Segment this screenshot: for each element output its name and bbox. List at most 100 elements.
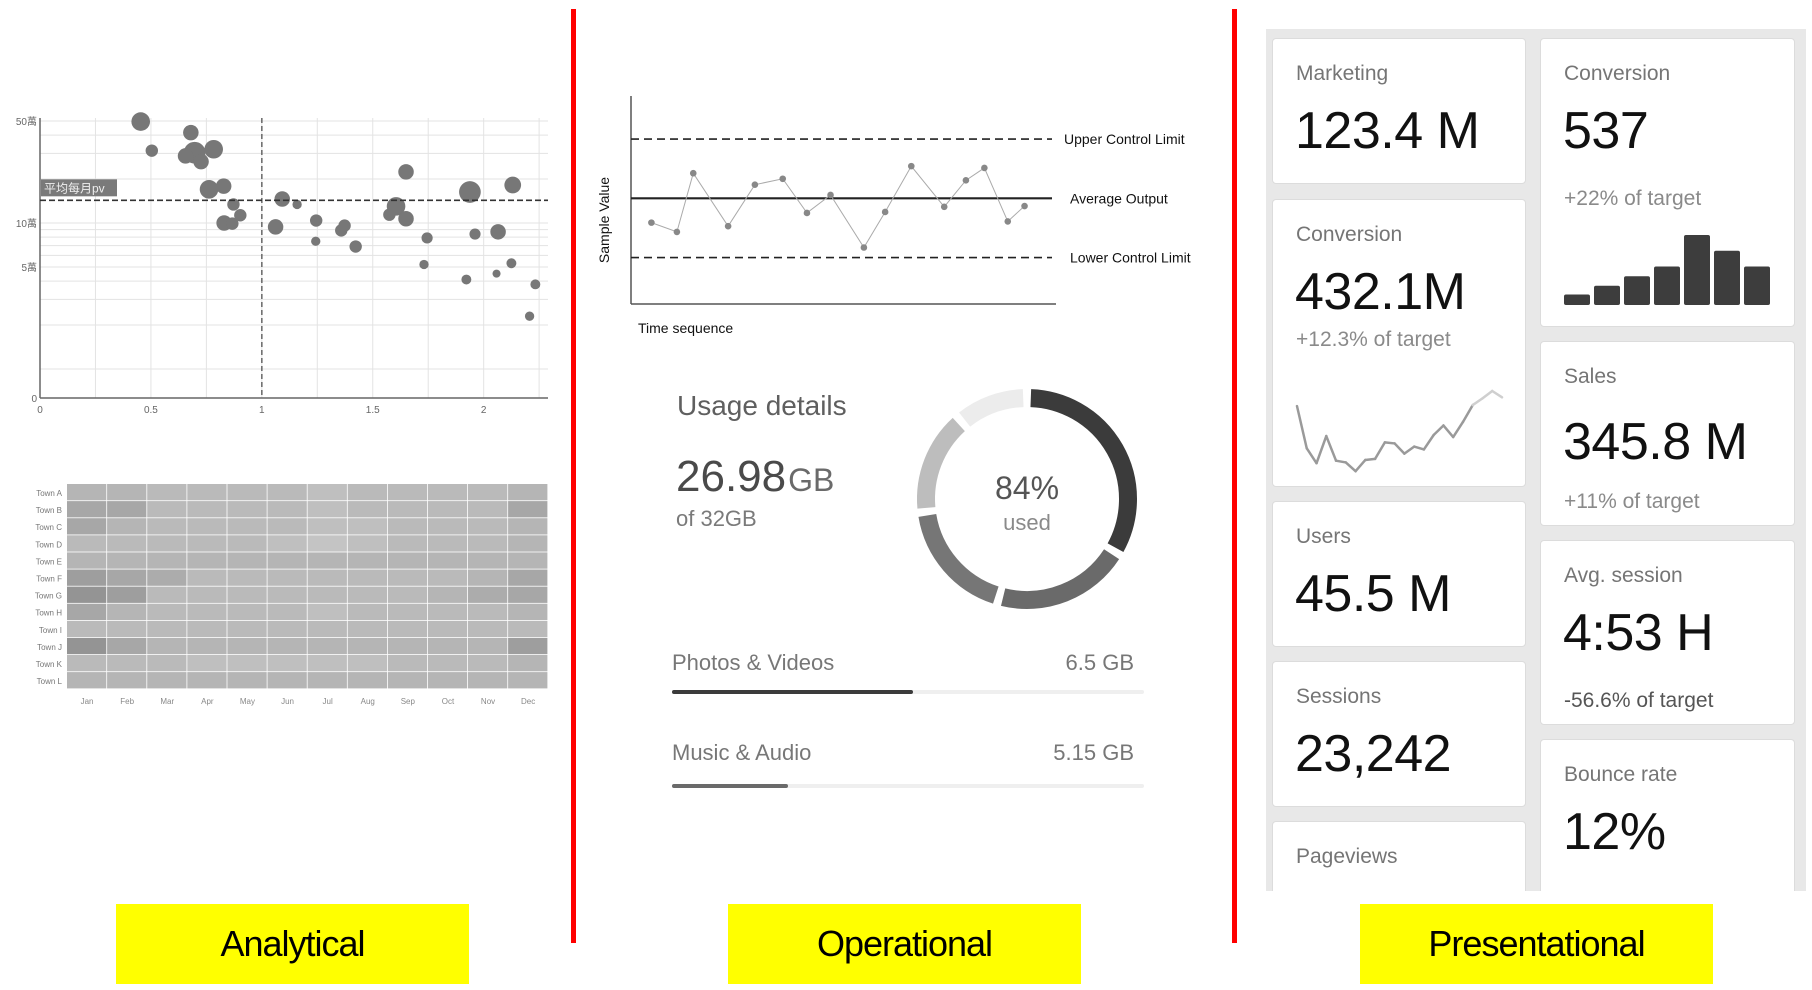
card-pageviews[interactable]: Pageviews bbox=[1272, 821, 1526, 891]
data-point bbox=[689, 169, 697, 177]
card-value: 12% bbox=[1563, 803, 1666, 861]
card-label: Sessions bbox=[1296, 685, 1382, 708]
donut-segment bbox=[1000, 549, 1120, 609]
heatmap-column-label: Aug bbox=[361, 697, 375, 706]
usage-progress-fill bbox=[672, 784, 788, 788]
heatmap-cell bbox=[147, 655, 187, 672]
mini-bar-chart bbox=[1564, 235, 1770, 305]
sparkline-chart bbox=[1295, 389, 1504, 473]
heatmap-row-label: Town H bbox=[35, 609, 62, 618]
heatmap-cell bbox=[187, 620, 227, 638]
heatmap-cell bbox=[187, 484, 227, 501]
heatmap-cell bbox=[347, 637, 387, 655]
card-label: Sales bbox=[1564, 365, 1617, 388]
mini-bar bbox=[1654, 266, 1680, 305]
heatmap-cell bbox=[267, 552, 307, 569]
section-label-presentational: Presentational bbox=[1360, 904, 1713, 984]
heatmap-cell bbox=[508, 569, 548, 586]
section-label-analytical: Analytical bbox=[116, 904, 469, 984]
card-label: Users bbox=[1296, 525, 1351, 548]
heatmap-cell bbox=[468, 535, 508, 552]
sparkline-segment bbox=[1334, 459, 1348, 464]
heatmap-cell bbox=[307, 518, 347, 535]
heatmap-row-label: Town J bbox=[37, 643, 62, 652]
heatmap-cell bbox=[387, 535, 428, 552]
heatmap-column-label: May bbox=[240, 697, 255, 706]
heatmap-cell bbox=[468, 672, 508, 689]
card-label: Pageviews bbox=[1296, 845, 1398, 868]
card-sales[interactable]: Sales 345.8 M +11% of target bbox=[1540, 341, 1795, 526]
usage-progress-bar bbox=[672, 784, 1144, 788]
usage-progress-bar bbox=[672, 690, 1144, 694]
heatmap-cell bbox=[267, 586, 307, 603]
card-subtext: -56.6% of target bbox=[1564, 689, 1714, 712]
mini-bar bbox=[1624, 276, 1650, 305]
heatmap-cell bbox=[227, 552, 267, 569]
heatmap-cell bbox=[227, 484, 267, 501]
data-point bbox=[962, 177, 970, 184]
heatmap-cell bbox=[187, 672, 227, 689]
heatmap-cell bbox=[67, 620, 107, 638]
data-point bbox=[881, 208, 889, 216]
heatmap-cell bbox=[147, 569, 187, 586]
card-conversion-bars[interactable]: Conversion 537 +22% of target bbox=[1540, 38, 1795, 327]
sparkline-segment bbox=[1451, 420, 1465, 439]
card-conversion[interactable]: Conversion 432.1M +12.3% of target bbox=[1272, 199, 1526, 487]
heatmap-cell bbox=[227, 637, 267, 655]
heatmap-cell bbox=[427, 501, 468, 518]
heatmap-cell bbox=[187, 586, 227, 603]
heatmap-column-label: Nov bbox=[481, 697, 495, 706]
heatmap-cell bbox=[427, 655, 468, 672]
card-sessions[interactable]: Sessions 23,242 bbox=[1272, 661, 1526, 807]
heatmap-cell bbox=[147, 535, 187, 552]
heatmap-cell bbox=[508, 552, 548, 569]
data-line bbox=[651, 165, 1025, 249]
heatmap-cell bbox=[347, 501, 387, 518]
sparkline-segment bbox=[1383, 441, 1396, 445]
sparkline-segment bbox=[1490, 389, 1504, 399]
heatmap-cell bbox=[267, 603, 307, 620]
heatmap-cell bbox=[227, 655, 267, 672]
card-value: 23,242 bbox=[1295, 725, 1452, 783]
y-axis-label: Sample Value bbox=[596, 177, 612, 263]
heatmap-cell bbox=[267, 672, 307, 689]
donut-caption: used bbox=[1003, 510, 1051, 535]
card-bounce-rate[interactable]: Bounce rate 12% bbox=[1540, 739, 1795, 891]
data-point bbox=[940, 203, 948, 211]
heatmap-cell bbox=[147, 484, 187, 501]
heatmap-cell bbox=[67, 655, 107, 672]
heatmap-cell bbox=[67, 484, 107, 501]
heatmap-cell bbox=[387, 655, 428, 672]
heatmap-cell bbox=[508, 672, 548, 689]
sparkline-segment bbox=[1471, 397, 1484, 407]
sparkline-segment bbox=[1461, 403, 1474, 424]
heatmap-cell bbox=[147, 518, 187, 535]
heatmap-cell bbox=[107, 603, 147, 620]
heatmap-cell bbox=[107, 501, 147, 518]
heatmap-cell bbox=[67, 552, 107, 569]
heatmap-cell bbox=[387, 501, 428, 518]
heatmap-cell bbox=[147, 637, 187, 655]
donut-percent: 84% bbox=[994, 470, 1060, 506]
heatmap-cell bbox=[347, 535, 387, 552]
usage-used: 26.98GB bbox=[676, 452, 834, 502]
heatmap-cell bbox=[307, 637, 347, 655]
heatmap-cell bbox=[307, 655, 347, 672]
mini-bar bbox=[1714, 250, 1740, 305]
card-marketing[interactable]: Marketing 123.4 M bbox=[1272, 38, 1526, 184]
heatmap-cell bbox=[387, 552, 428, 569]
heatmap-column-label: Oct bbox=[442, 697, 455, 706]
heatmap-cell bbox=[347, 603, 387, 620]
heatmap-cell bbox=[307, 603, 347, 620]
heatmap-row-label: Town C bbox=[35, 523, 62, 532]
heatmap-cell bbox=[147, 620, 187, 638]
card-avg-session[interactable]: Avg. session 4:53 H -56.6% of target bbox=[1540, 540, 1795, 725]
heatmap-column-label: Apr bbox=[201, 697, 214, 706]
heatmap-cell bbox=[468, 620, 508, 638]
heatmap-cell bbox=[227, 569, 267, 586]
data-point bbox=[648, 219, 655, 226]
heatmap-cell bbox=[147, 672, 187, 689]
card-users[interactable]: Users 45.5 M bbox=[1272, 501, 1526, 647]
section-label-operational: Operational bbox=[728, 904, 1081, 984]
heatmap-column-label: Jul bbox=[323, 697, 333, 706]
